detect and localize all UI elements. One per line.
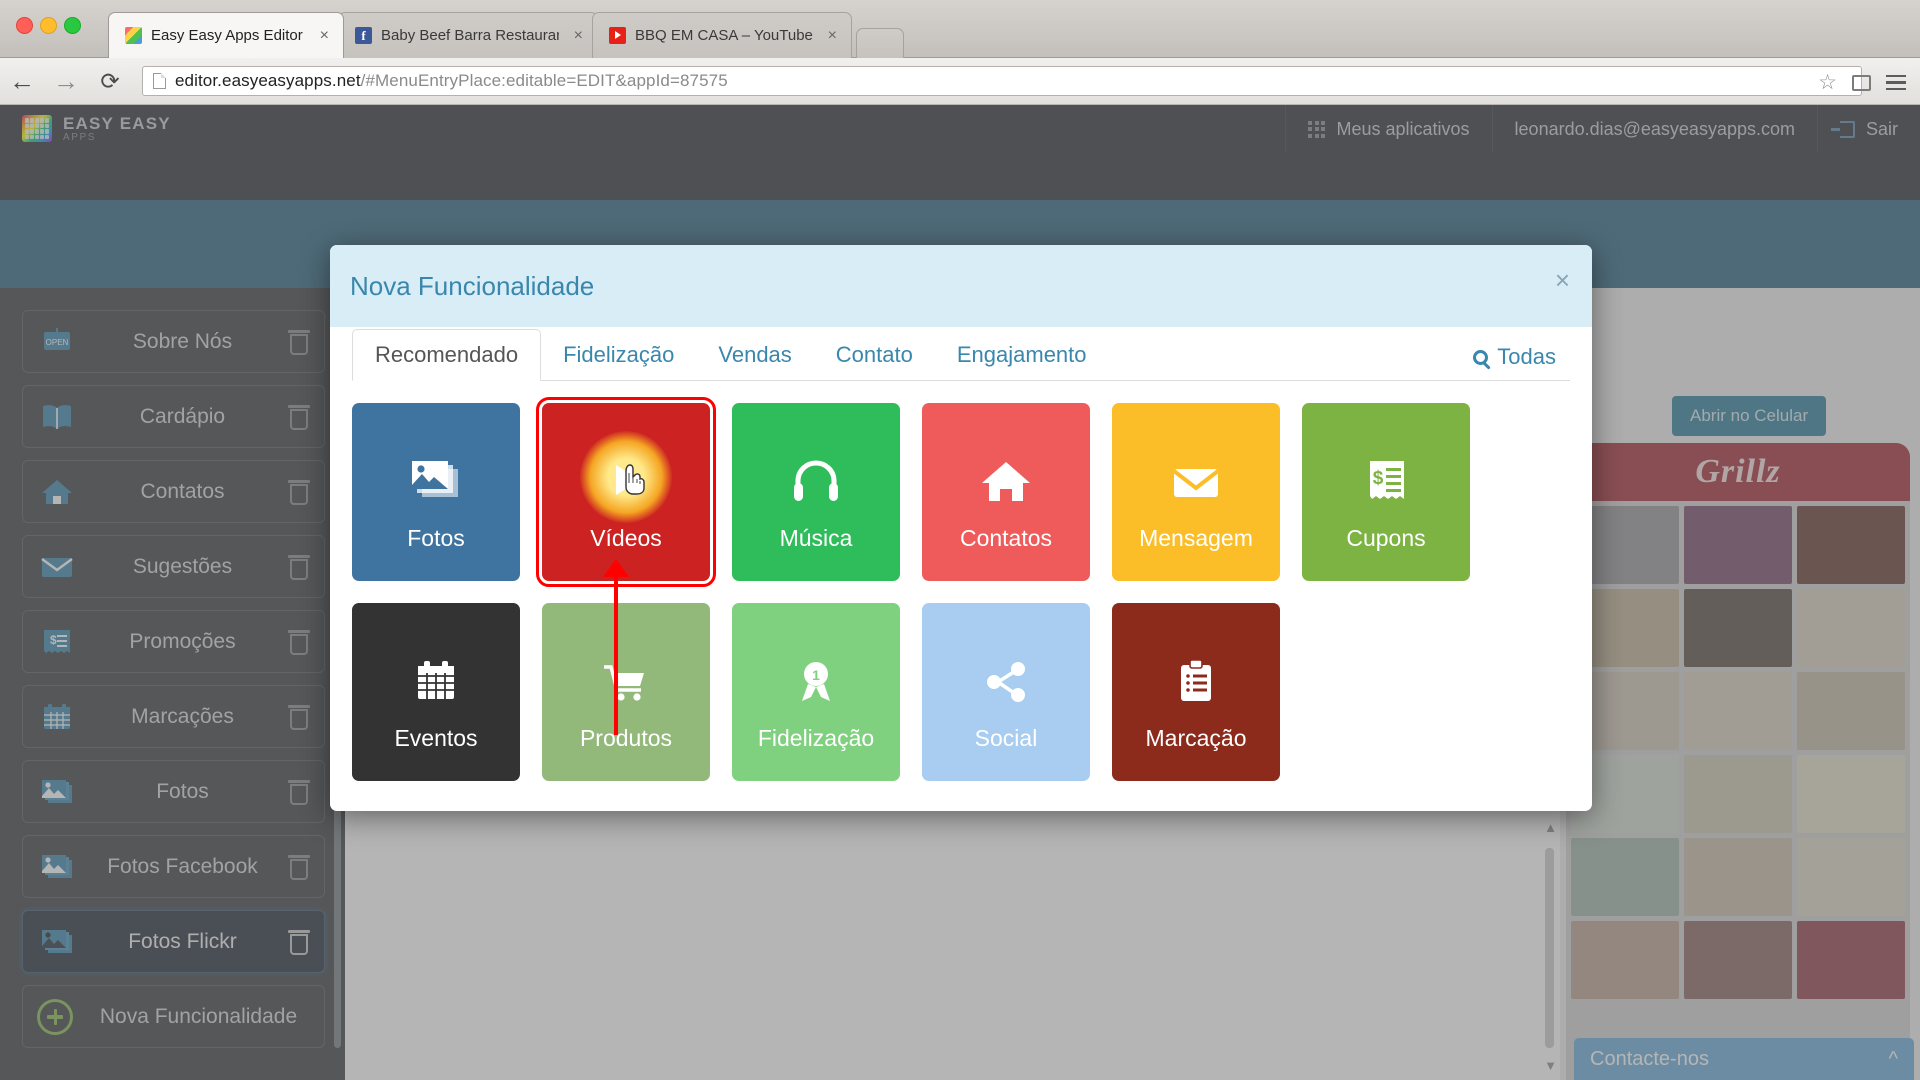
- tile-label: Social: [974, 724, 1038, 751]
- tile-produtos[interactable]: Produtos: [542, 603, 710, 781]
- envelope-icon: [1168, 433, 1224, 507]
- tile-label: Produtos: [579, 724, 673, 751]
- tab-contato[interactable]: Contato: [814, 330, 935, 380]
- reload-icon[interactable]: ⟳: [88, 68, 132, 95]
- window-controls[interactable]: [16, 17, 81, 34]
- tile-cupons[interactable]: $ Cupons: [1302, 403, 1470, 581]
- browser-tab-2[interactable]: BBQ EM CASA – YouTube ×: [592, 12, 852, 58]
- easyeasy-icon: [125, 27, 142, 44]
- screen: Easy Easy Apps Editor × f Baby Beef Barr…: [0, 0, 1920, 1080]
- browser-tab-title: BBQ EM CASA – YouTube: [635, 27, 813, 44]
- svg-text:1: 1: [812, 667, 820, 683]
- modal-title: Nova Funcionalidade: [350, 271, 595, 301]
- close-icon[interactable]: ×: [822, 27, 837, 45]
- app-viewport: EASY EASY APPS Meus aplicativos leonardo…: [0, 105, 1920, 1080]
- close-icon[interactable]: ×: [568, 27, 583, 45]
- tile-mensagem[interactable]: Mensagem: [1112, 403, 1280, 581]
- bookmark-star-icon[interactable]: ☆: [1818, 70, 1837, 95]
- tile-label: Cupons: [1346, 524, 1426, 551]
- modal-body: Recomendado Fidelização Vendas Contato E…: [330, 327, 1592, 811]
- feature-tile-grid: Fotos Vídeos Música Contatos Mensagem $ …: [352, 381, 1570, 781]
- modal-header: Nova Funcionalidade ×: [330, 245, 1592, 327]
- calendar-icon: [408, 633, 464, 707]
- tile-label: Música: [779, 524, 853, 551]
- tile-marcacao[interactable]: Marcação: [1112, 603, 1280, 781]
- url-text: editor.easyeasyapps.net/#MenuEntryPlace:…: [175, 71, 728, 90]
- address-bar[interactable]: editor.easyeasyapps.net/#MenuEntryPlace:…: [142, 66, 1862, 96]
- tab-fidelizacao[interactable]: Fidelização: [541, 330, 696, 380]
- new-feature-modal: Nova Funcionalidade × Recomendado Fideli…: [330, 245, 1592, 811]
- tile-label: Fotos: [407, 524, 465, 551]
- toolbar-right: ☆: [1818, 70, 1906, 95]
- show-all-label: Todas: [1497, 344, 1556, 369]
- browser-toolbar: ← → ⟳ editor.easyeasyapps.net/#MenuEntry…: [0, 58, 1920, 105]
- tab-strip: Easy Easy Apps Editor × f Baby Beef Barr…: [108, 12, 904, 58]
- annotation-arrow: [603, 559, 629, 735]
- home-icon: [978, 433, 1034, 507]
- svg-text:$: $: [1373, 468, 1384, 489]
- tile-musica[interactable]: Música: [732, 403, 900, 581]
- tile-label: Eventos: [394, 724, 478, 751]
- tile-label: Vídeos: [590, 524, 662, 551]
- photos-icon: [408, 433, 464, 507]
- tile-fidelizacao[interactable]: 1 Fidelização: [732, 603, 900, 781]
- cart-icon: [598, 633, 654, 707]
- browser-tab-1[interactable]: f Baby Beef Barra Restaurant ×: [338, 12, 598, 58]
- new-tab-button[interactable]: [856, 28, 904, 58]
- forward-icon[interactable]: →: [44, 66, 88, 97]
- tile-label: Mensagem: [1139, 524, 1253, 551]
- clipboard-icon: [1168, 633, 1224, 707]
- youtube-icon: [609, 27, 626, 44]
- tile-social[interactable]: Social: [922, 603, 1090, 781]
- tab-recomendado[interactable]: Recomendado: [352, 329, 542, 381]
- facebook-icon: f: [355, 27, 372, 44]
- tile-contatos[interactable]: Contatos: [922, 403, 1090, 581]
- window-icon[interactable]: [1852, 74, 1871, 91]
- browser-tab-title: Baby Beef Barra Restaurant: [381, 27, 559, 44]
- tile-label: Fidelização: [757, 724, 875, 751]
- headphones-icon: [788, 433, 844, 507]
- close-icon[interactable]: ×: [314, 27, 329, 45]
- search-icon: [1473, 349, 1489, 365]
- browser-tab-0[interactable]: Easy Easy Apps Editor ×: [108, 12, 344, 58]
- browser-tab-title: Easy Easy Apps Editor: [151, 27, 303, 44]
- maximize-window-button[interactable]: [64, 17, 81, 34]
- tile-eventos[interactable]: Eventos: [352, 603, 520, 781]
- page-icon: [153, 73, 166, 89]
- close-icon[interactable]: ×: [1555, 267, 1570, 293]
- tile-videos[interactable]: Vídeos: [536, 397, 716, 587]
- tile-label: Marcação: [1145, 724, 1247, 751]
- tile-label: Contatos: [959, 524, 1053, 551]
- minimize-window-button[interactable]: [40, 17, 57, 34]
- browser-tab-bar: Easy Easy Apps Editor × f Baby Beef Barr…: [0, 0, 1920, 58]
- tab-engajamento[interactable]: Engajamento: [935, 330, 1109, 380]
- close-window-button[interactable]: [16, 17, 33, 34]
- ribbon-icon: 1: [788, 633, 844, 707]
- menu-icon[interactable]: [1886, 74, 1906, 91]
- mouse-cursor: [623, 463, 649, 495]
- share-icon: [978, 633, 1034, 707]
- back-icon[interactable]: ←: [0, 66, 44, 97]
- tile-fotos[interactable]: Fotos: [352, 403, 520, 581]
- tab-vendas[interactable]: Vendas: [696, 330, 813, 380]
- receipt-icon: $: [1358, 433, 1414, 507]
- modal-tabs: Recomendado Fidelização Vendas Contato E…: [352, 327, 1570, 381]
- show-all-button[interactable]: Todas: [1473, 344, 1570, 380]
